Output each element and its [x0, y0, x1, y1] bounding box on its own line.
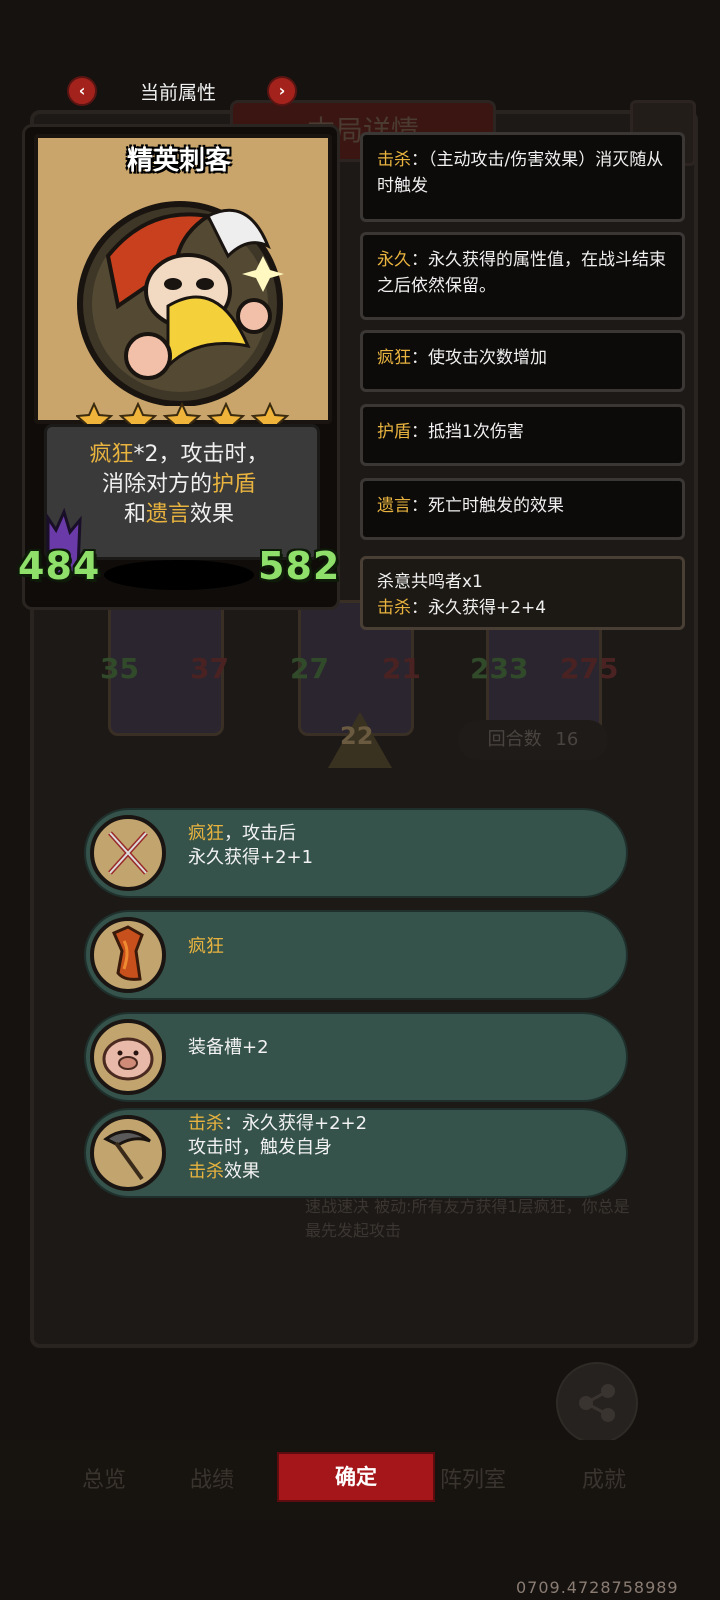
keyword-text: ：死亡时触发的效果: [411, 496, 564, 516]
rounds-value: 16: [555, 729, 579, 750]
desc-keyword-deathrattle: 遗言: [145, 502, 190, 527]
tab-formation: 阵列室: [440, 1468, 507, 1493]
background-arrow-value: 22: [340, 722, 374, 750]
tab-overview: 总览: [82, 1468, 127, 1493]
background-unit-health: 21: [382, 652, 421, 685]
equipment-text: 装备槽+2: [188, 1036, 269, 1060]
background-rounds-counter: 回合数 16: [458, 720, 608, 760]
equipment-text: 击杀：永久获得+2+2 攻击时，触发自身 击杀效果: [188, 1112, 367, 1184]
background-unit-attack: 27: [290, 652, 329, 685]
keyword-shield: 护盾：抵挡1次伤害: [360, 404, 685, 466]
keyword-frenzy: 疯狂：使攻击次数增加: [360, 330, 685, 392]
confirm-button[interactable]: 确定: [277, 1452, 435, 1502]
card-base-shadow: [104, 560, 254, 590]
tab-records: 战绩: [190, 1468, 235, 1493]
hero-health: 582: [258, 544, 341, 588]
hero-attack: 484: [18, 544, 101, 588]
desc-text: 消除对方的: [101, 472, 212, 497]
keyword-name: 永久: [377, 250, 411, 270]
equipment-line: 装备槽+2: [188, 1037, 269, 1058]
equipment-keyword: 疯狂: [188, 823, 224, 844]
crossed-blades-icon: [90, 815, 166, 891]
hero-name: 精英刺客: [126, 146, 231, 176]
equipment-line: 永久获得+2+1: [188, 847, 314, 868]
desc-text: 和: [123, 502, 146, 527]
share-icon: [579, 1384, 615, 1422]
desc-text: *2，攻击时，: [133, 442, 269, 467]
keyword-text: ：（主动攻击/伤害效果）消灭随从时触发: [377, 150, 664, 196]
share-button: [556, 1362, 638, 1444]
equipment-line: ：永久获得+2+2: [224, 1113, 368, 1134]
keyword-text: ：使攻击次数增加: [411, 348, 547, 368]
desc-text: 效果: [190, 502, 235, 527]
resonance-box: 杀意共鸣者x1 击杀：永久获得+2+4: [360, 556, 685, 630]
equipment-text: 疯狂: [188, 935, 224, 959]
rounds-label: 回合数: [487, 729, 542, 750]
background-skill-text: 速战速决 被动:所有友方获得1层疯狂，你总是最先发起攻击: [305, 1197, 630, 1240]
tab-achievements: 成就: [582, 1468, 627, 1493]
resonance-title: 杀意共鸣者x1: [377, 572, 483, 592]
panel-title: 当前属性: [140, 82, 217, 104]
keyword-name: 护盾: [377, 422, 411, 442]
keyword-text: ：抵挡1次伤害: [411, 422, 524, 442]
next-button[interactable]: ›: [267, 76, 297, 106]
keyword-text: ：永久获得的属性值，在战斗结束之后依然保留。: [377, 250, 666, 296]
background-unit-attack: 35: [100, 652, 139, 685]
desc-keyword-shield: 护盾: [212, 472, 257, 497]
equipment-line: ，攻击后: [224, 823, 296, 844]
equipment-line: 攻击时，触发自身: [188, 1137, 332, 1158]
keyword-name: 疯狂: [377, 348, 411, 368]
keyword-deathrattle: 遗言：死亡时触发的效果: [360, 478, 685, 540]
resonance-text: ：永久获得+2+4: [411, 598, 547, 618]
hero-description: 疯狂*2，攻击时， 消除对方的护盾 和遗言效果: [50, 440, 308, 530]
keyword-permanent: 永久：永久获得的属性值，在战斗结束之后依然保留。: [360, 232, 685, 320]
equipment-keyword: 击杀: [188, 1113, 224, 1134]
desc-keyword-frenzy: 疯狂: [89, 442, 134, 467]
keyword-name: 击杀: [377, 150, 411, 170]
assassin-portrait-icon: [77, 201, 284, 406]
background-unit-health: 37: [190, 652, 229, 685]
background-unit-health: 275: [560, 652, 619, 685]
footer-id: 0709.4728758989: [516, 1578, 679, 1597]
equipment-keyword: 击杀: [188, 1161, 224, 1182]
equipment-keyword: 疯狂: [188, 936, 224, 957]
flame-cloak-icon: [90, 917, 166, 993]
background-unit-attack: 233: [470, 652, 529, 685]
scythe-icon: [90, 1115, 166, 1191]
equipment-text: 疯狂，攻击后 永久获得+2+1: [188, 822, 313, 870]
pig-armor-icon: [90, 1019, 166, 1095]
keyword-kill: 击杀：（主动攻击/伤害效果）消灭随从时触发: [360, 132, 685, 222]
equipment-line: 效果: [224, 1161, 260, 1182]
keyword-name: 遗言: [377, 496, 411, 516]
resonance-keyword: 击杀: [377, 598, 411, 618]
prev-button[interactable]: ‹: [67, 76, 97, 106]
